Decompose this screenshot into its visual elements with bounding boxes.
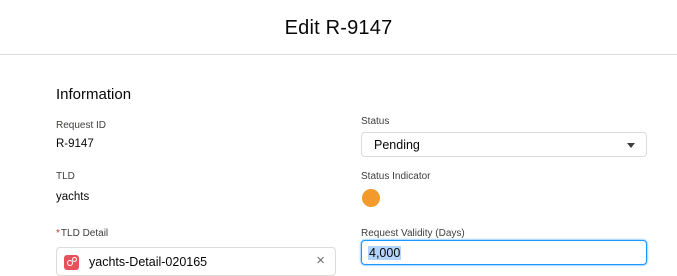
tld-label: TLD: [56, 171, 75, 182]
status-label: Status: [361, 116, 390, 127]
tld-detail-lookup[interactable]: yachts-Detail-020165 ×: [56, 247, 336, 276]
modal-header: Edit R-9147: [0, 0, 677, 55]
close-icon[interactable]: ×: [316, 253, 325, 268]
tld-detail-label-text: TLD Detail: [60, 228, 109, 239]
tld-detail-label: *TLD Detail: [56, 228, 108, 239]
tld-value: yachts: [56, 191, 90, 203]
request-id-label: Request ID: [56, 120, 107, 131]
request-id-value: R-9147: [56, 138, 94, 150]
required-marker: *: [56, 228, 60, 239]
section-title-information: Information: [56, 86, 132, 103]
request-validity-value: 4,000: [368, 246, 402, 260]
chevron-down-icon: [627, 143, 635, 148]
request-validity-label: Request Validity (Days): [361, 228, 465, 239]
status-indicator-label: Status Indicator: [361, 171, 431, 182]
status-select[interactable]: Pending: [361, 132, 647, 157]
record-icon: [64, 255, 79, 270]
status-select-value: Pending: [374, 138, 420, 152]
status-indicator-dot: [362, 189, 380, 207]
tld-detail-value: yachts-Detail-020165: [89, 255, 208, 269]
page-title: Edit R-9147: [284, 17, 393, 39]
request-validity-input[interactable]: 4,000: [361, 240, 647, 265]
